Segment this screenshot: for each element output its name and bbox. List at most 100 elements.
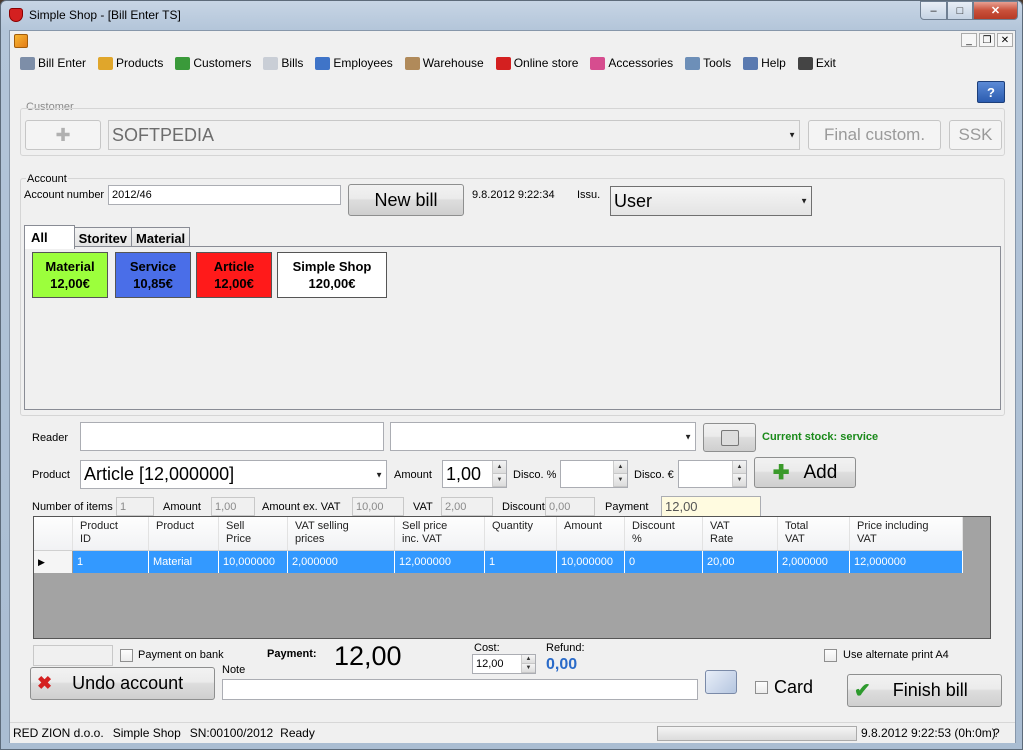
status-bar: RED ZION d.o.o. Simple Shop SN:00100/201… xyxy=(10,722,1015,743)
discount-percent-stepper[interactable]: ▲ ▼ xyxy=(560,460,628,488)
child-close-button[interactable]: ✕ xyxy=(997,33,1013,47)
child-window-icon[interactable] xyxy=(14,34,28,48)
items-count-field: 1 xyxy=(116,497,154,516)
table-cell[interactable]: 2,000000 xyxy=(778,551,850,573)
menu-item-label: Online store xyxy=(513,56,579,70)
menu-item-exit[interactable]: Exit xyxy=(792,53,842,73)
column-header[interactable]: Product xyxy=(149,517,219,550)
final-customer-button[interactable]: Final custom. xyxy=(808,120,941,150)
note-input[interactable] xyxy=(222,679,698,700)
payment-on-bank-checkbox[interactable] xyxy=(120,649,133,662)
table-cell[interactable]: 1 xyxy=(485,551,557,573)
payment-total-label: Payment: xyxy=(267,648,317,660)
table-cell[interactable]: 12,000000 xyxy=(850,551,963,573)
reader-combo[interactable]: ▼ xyxy=(390,422,696,451)
spin-up-icon[interactable]: ▲ xyxy=(522,655,535,664)
table-cell[interactable]: 20,00 xyxy=(703,551,778,573)
payment-on-bank-label: Payment on bank xyxy=(138,649,224,661)
spin-down-icon[interactable]: ▼ xyxy=(614,474,627,487)
menu-item-label: Warehouse xyxy=(422,56,484,70)
tab-storitev[interactable]: Storitev xyxy=(73,227,133,248)
spin-down-icon[interactable]: ▼ xyxy=(493,474,506,487)
card-checkbox[interactable] xyxy=(755,681,768,694)
column-header[interactable]: Discount % xyxy=(625,517,703,550)
table-row[interactable]: ▶ 1 Material 10,000000 2,000000 12,000000 1 10,… xyxy=(34,551,963,573)
table-cell[interactable]: 10,000000 xyxy=(557,551,625,573)
spin-up-icon[interactable]: ▲ xyxy=(614,461,627,474)
maximize-button[interactable]: □ xyxy=(947,1,973,20)
help-button[interactable]: ? xyxy=(977,81,1005,103)
menu-item-accessories[interactable]: Accessories xyxy=(584,53,679,73)
child-minimize-button[interactable]: _ xyxy=(961,33,977,47)
spin-down-icon[interactable]: ▼ xyxy=(522,664,535,673)
table-cell[interactable]: 2,000000 xyxy=(288,551,395,573)
help-doc-icon xyxy=(743,56,759,70)
table-cell[interactable]: 1 xyxy=(73,551,149,573)
discount-eur-stepper[interactable]: ▲ ▼ xyxy=(678,460,747,488)
menu-item-warehouse[interactable]: Warehouse xyxy=(399,53,490,73)
product-tile-simple-shop[interactable]: Simple Shop 120,00€ xyxy=(277,252,387,298)
status-help-icon[interactable]: ? xyxy=(993,726,1000,740)
product-combo[interactable]: Article [12,000000] ▼ xyxy=(80,460,387,489)
chevron-down-icon[interactable]: ▼ xyxy=(788,131,796,140)
menu-item-tools[interactable]: Tools xyxy=(679,53,737,73)
column-header[interactable]: VAT selling prices xyxy=(288,517,395,550)
cost-label: Cost: xyxy=(474,642,500,654)
spin-up-icon[interactable]: ▲ xyxy=(733,461,746,474)
calculator-icon xyxy=(720,429,739,446)
column-header[interactable]: Product ID xyxy=(73,517,149,550)
bank-field xyxy=(33,645,113,666)
add-button[interactable]: ✚ Add xyxy=(754,457,856,488)
add-customer-button[interactable]: ✚ xyxy=(25,120,101,150)
column-header[interactable]: Amount xyxy=(557,517,625,550)
title-bar[interactable]: Simple Shop - [Bill Enter TS] – □ ✕ xyxy=(1,1,1022,29)
menu-item-employees[interactable]: Employees xyxy=(309,53,398,73)
menu-item-products[interactable]: Products xyxy=(92,53,169,73)
chevron-down-icon[interactable]: ▼ xyxy=(800,197,808,206)
alternate-print-checkbox[interactable] xyxy=(824,649,837,662)
cost-stepper[interactable]: 12,00 ▲ ▼ xyxy=(472,654,536,674)
bill-items-grid[interactable]: Product ID Product Sell Price VAT selling p… xyxy=(33,516,991,639)
ssk-button[interactable]: SSK xyxy=(949,120,1002,150)
spin-up-icon[interactable]: ▲ xyxy=(493,461,506,474)
menu-item-online-store[interactable]: Online store xyxy=(490,53,585,73)
finish-bill-button[interactable]: ✔ Finish bill xyxy=(847,674,1002,707)
refund-label: Refund: xyxy=(546,642,585,654)
reader-input[interactable] xyxy=(80,422,384,451)
menu-item-customers[interactable]: Customers xyxy=(169,53,257,73)
column-header[interactable]: Sell Price xyxy=(219,517,288,550)
row-selector-icon[interactable]: ▶ xyxy=(34,551,73,573)
amount-stepper[interactable]: 1,00 ▲ ▼ xyxy=(442,460,507,488)
chevron-down-icon[interactable]: ▼ xyxy=(375,470,383,479)
calculator-button[interactable] xyxy=(703,423,756,452)
close-button[interactable]: ✕ xyxy=(973,1,1018,20)
new-bill-button[interactable]: New bill xyxy=(348,184,464,216)
tile-name: Article xyxy=(213,259,255,274)
tab-all[interactable]: All xyxy=(24,225,75,249)
table-cell[interactable]: Material xyxy=(149,551,219,573)
customer-combo[interactable]: SOFTPEDIA ▼ xyxy=(108,120,800,150)
menu-item-bills[interactable]: Bills xyxy=(257,53,309,73)
child-restore-button[interactable]: ❐ xyxy=(979,33,995,47)
chevron-down-icon[interactable]: ▼ xyxy=(684,432,692,441)
product-tile-material[interactable]: Material 12,00€ xyxy=(32,252,108,298)
column-header[interactable]: Total VAT xyxy=(778,517,850,550)
column-header[interactable]: Quantity xyxy=(485,517,557,550)
menu-item-help[interactable]: Help xyxy=(737,53,792,73)
menu-item-bill-enter[interactable]: Bill Enter xyxy=(14,53,92,73)
tab-material[interactable]: Material xyxy=(131,227,191,248)
undo-account-button[interactable]: ✖ Undo account xyxy=(30,667,215,700)
minimize-button[interactable]: – xyxy=(920,1,947,20)
column-header[interactable]: Price including VAT xyxy=(850,517,963,550)
issuer-select[interactable]: User ▼ xyxy=(610,186,812,216)
amount-ex-vat-label: Amount ex. VAT xyxy=(262,501,341,513)
column-header[interactable]: VAT Rate xyxy=(703,517,778,550)
table-cell[interactable]: 10,000000 xyxy=(219,551,288,573)
table-cell[interactable]: 12,000000 xyxy=(395,551,485,573)
account-number-input[interactable]: 2012/46 xyxy=(108,185,341,205)
spin-down-icon[interactable]: ▼ xyxy=(733,474,746,487)
product-tile-article[interactable]: Article 12,00€ xyxy=(196,252,272,298)
product-tile-service[interactable]: Service 10,85€ xyxy=(115,252,191,298)
column-header[interactable]: Sell price inc. VAT xyxy=(395,517,485,550)
table-cell[interactable]: 0 xyxy=(625,551,703,573)
